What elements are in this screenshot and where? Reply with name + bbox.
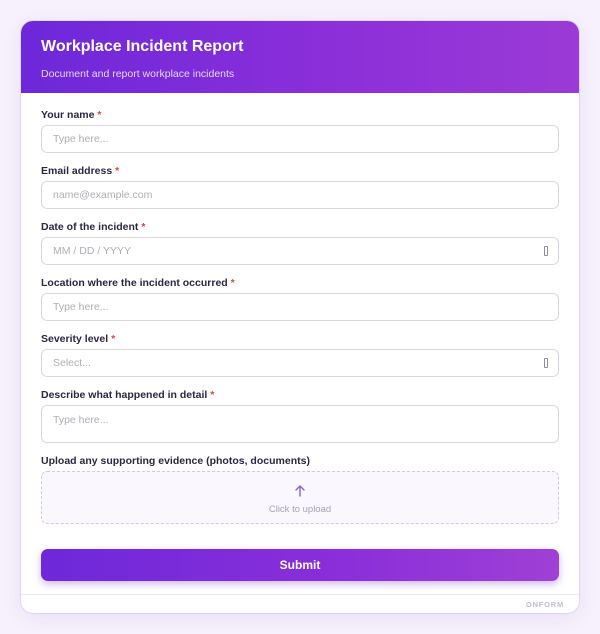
upload-arrow-icon	[295, 485, 305, 497]
required-marker: *	[97, 109, 102, 121]
email-label-text: Email address	[41, 165, 113, 177]
submit-button[interactable]: Submit	[41, 549, 559, 581]
name-input[interactable]	[41, 125, 559, 153]
form-card: Workplace Incident Report Document and r…	[21, 21, 579, 613]
dropdown-icon[interactable]	[544, 358, 548, 368]
upload-dropzone[interactable]: Click to upload	[41, 471, 559, 524]
location-field-group: Location where the incident occurred *	[41, 277, 559, 321]
email-label: Email address *	[41, 165, 559, 177]
email-input[interactable]	[41, 181, 559, 209]
severity-field-group: Severity level * Select...	[41, 333, 559, 377]
description-textarea[interactable]	[41, 405, 559, 443]
form-title: Workplace Incident Report	[41, 38, 244, 55]
upload-hint: Click to upload	[268, 504, 332, 515]
severity-label: Severity level *	[41, 333, 559, 345]
description-label: Describe what happened in detail *	[41, 389, 559, 401]
required-marker: *	[115, 165, 120, 177]
date-label: Date of the incident *	[41, 221, 559, 233]
form-subtitle: Document and report workplace incidents	[41, 68, 235, 80]
required-marker: *	[141, 221, 146, 233]
calendar-icon[interactable]	[544, 246, 548, 256]
date-field-group: Date of the incident * MM / DD / YYYY	[41, 221, 559, 265]
email-field-group: Email address *	[41, 165, 559, 209]
form-header: Workplace Incident Report Document and r…	[21, 21, 579, 93]
upload-field-group: Upload any supporting evidence (photos, …	[41, 455, 559, 524]
name-label: Your name *	[41, 109, 559, 121]
name-label-text: Your name	[41, 109, 95, 121]
severity-label-text: Severity level	[41, 333, 109, 345]
location-label: Location where the incident occurred *	[41, 277, 559, 289]
location-label-text: Location where the incident occurred	[41, 277, 228, 289]
required-marker: *	[111, 333, 116, 345]
date-label-text: Date of the incident	[41, 221, 139, 233]
date-input[interactable]: MM / DD / YYYY	[41, 237, 559, 265]
name-field-group: Your name *	[41, 109, 559, 153]
description-label-text: Describe what happened in detail	[41, 389, 208, 401]
required-marker: *	[210, 389, 215, 401]
footer-divider	[21, 594, 579, 595]
location-input[interactable]	[41, 293, 559, 321]
severity-placeholder: Select...	[53, 357, 91, 369]
severity-select[interactable]: Select...	[41, 349, 559, 377]
upload-label: Upload any supporting evidence (photos, …	[41, 455, 310, 467]
brand-logo: ONFORM	[525, 600, 564, 609]
description-field-group: Describe what happened in detail *	[41, 389, 559, 443]
required-marker: *	[230, 277, 235, 289]
date-placeholder: MM / DD / YYYY	[53, 245, 131, 257]
